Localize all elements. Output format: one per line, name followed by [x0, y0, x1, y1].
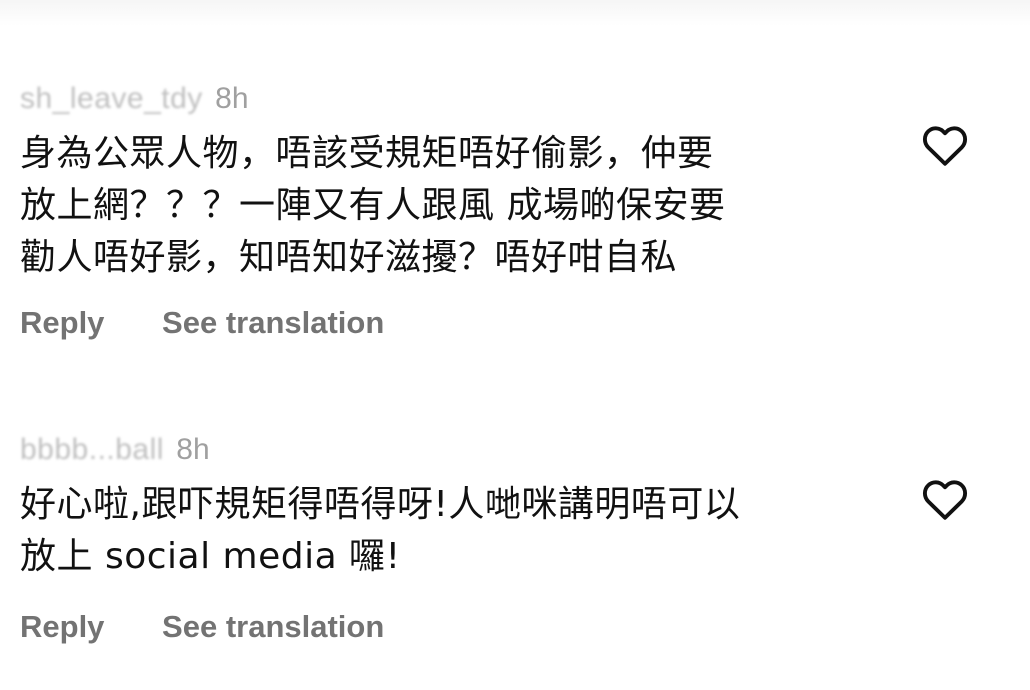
heart-outline-icon[interactable] [916, 474, 974, 526]
comment-meta: sh​_​leave_tdy 8h [20, 79, 249, 119]
comment-meta: bbbb...ball 8h [20, 430, 210, 470]
heart-outline-icon[interactable] [916, 120, 974, 172]
reply-button[interactable]: Reply [20, 607, 104, 647]
scroll-fade-edge [0, 0, 1030, 26]
username[interactable]: bbbb...ball [20, 433, 164, 466]
comment-actions: Reply See translation [20, 303, 384, 343]
comment-body: 好心啦,跟吓規矩得唔得呀!人哋咪講明唔可以 放上 social media 囉! [20, 479, 880, 583]
see-translation-button[interactable]: See translation [162, 607, 384, 647]
comment-timestamp: 8h [176, 433, 210, 466]
comment-text-line: 放上 social media 囉! [20, 536, 401, 577]
comment-timestamp: 8h [215, 82, 249, 115]
comment-actions: Reply See translation [20, 607, 384, 647]
username[interactable]: sh​_​leave_tdy [20, 82, 203, 115]
reply-button[interactable]: Reply [20, 303, 104, 343]
see-translation-button[interactable]: See translation [162, 303, 384, 343]
comment-text-line: 放上網？？？一陣又有人跟風 成場啲保安要 [20, 185, 726, 226]
comment-text-line: 勸人唔好影，知唔知好滋擾？唔好咁自私 [20, 237, 678, 278]
comment-body: 身為公眾人物，唔該受規矩唔好偷影，仲要 放上網？？？一陣又有人跟風 成場啲保安要… [20, 128, 880, 284]
comment-text-line: 好心啦,跟吓規矩得唔得呀!人哋咪講明唔可以 [20, 484, 741, 525]
comment-text-line: 身為公眾人物，唔該受規矩唔好偷影，仲要 [20, 133, 714, 174]
